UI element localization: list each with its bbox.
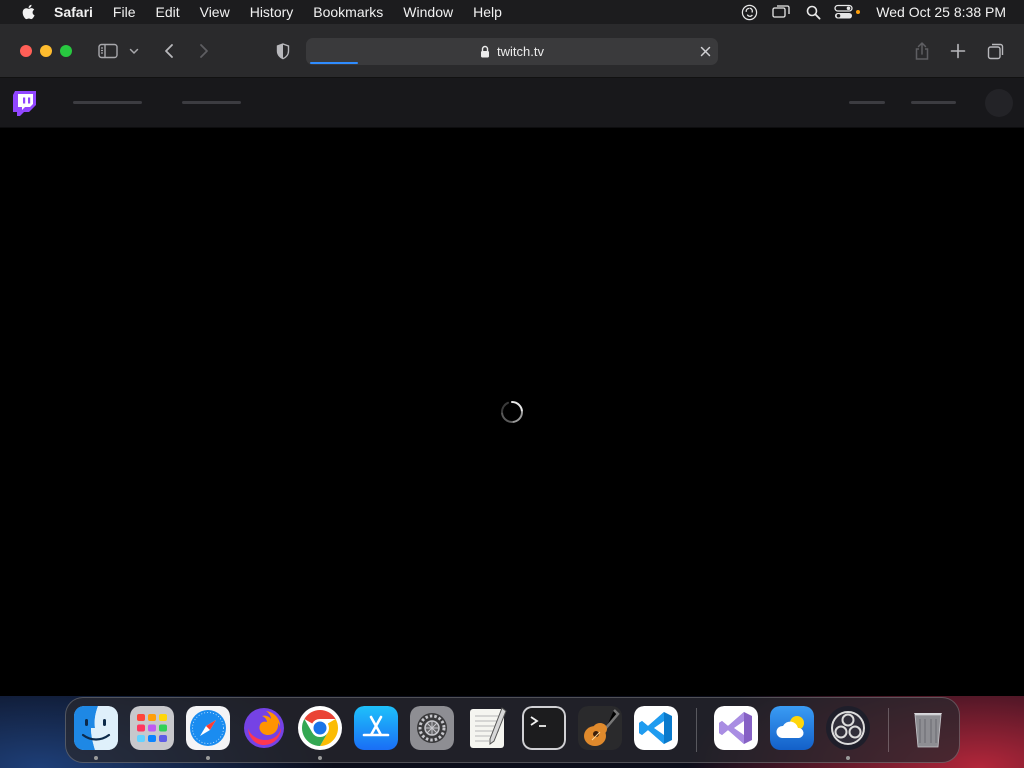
- nav-placeholder-login: [849, 101, 885, 104]
- privacy-shield-icon[interactable]: [271, 39, 295, 63]
- obs-status-icon[interactable]: [738, 0, 760, 24]
- share-icon[interactable]: [910, 39, 934, 63]
- menu-app-name[interactable]: Safari: [54, 4, 93, 20]
- new-tab-icon[interactable]: [946, 39, 970, 63]
- safari-window: twitch.tv: [0, 24, 1024, 696]
- app-store-icon[interactable]: [354, 706, 398, 750]
- dock-separator: [888, 708, 889, 752]
- sidebar-toggle-icon[interactable]: [96, 39, 120, 63]
- dock-separator: [696, 708, 697, 752]
- terminal-icon[interactable]: [522, 706, 566, 750]
- menu-view[interactable]: View: [200, 4, 230, 20]
- nav-placeholder-following: [73, 101, 142, 104]
- address-url: twitch.tv: [497, 44, 544, 59]
- menu-history[interactable]: History: [250, 4, 294, 20]
- tab-overview-icon[interactable]: [984, 39, 1008, 63]
- finder-icon[interactable]: [74, 706, 118, 750]
- twitch-header: [0, 78, 1024, 128]
- stop-loading-icon[interactable]: [698, 44, 712, 58]
- window-close-button[interactable]: [20, 45, 32, 57]
- obs-icon[interactable]: [826, 706, 870, 750]
- menu-edit[interactable]: Edit: [155, 4, 179, 20]
- safari-toolbar: twitch.tv: [0, 24, 1024, 78]
- launchpad-icon[interactable]: [130, 706, 174, 750]
- spotlight-search-icon[interactable]: [802, 0, 824, 24]
- chevron-down-icon[interactable]: [124, 39, 144, 63]
- menu-help[interactable]: Help: [473, 4, 502, 20]
- address-bar[interactable]: twitch.tv: [306, 38, 718, 65]
- window-zoom-button[interactable]: [60, 45, 72, 57]
- lock-icon: [480, 45, 492, 59]
- firefox-icon[interactable]: [242, 706, 286, 750]
- dock: [65, 697, 960, 763]
- page-load-progress: [310, 62, 358, 64]
- obs-running-indicator: [846, 756, 850, 760]
- nav-placeholder-signup: [911, 101, 956, 104]
- window-minimize-button[interactable]: [40, 45, 52, 57]
- textedit-icon[interactable]: [466, 706, 510, 750]
- back-button[interactable]: [157, 39, 181, 63]
- chrome-running-indicator: [318, 756, 322, 760]
- menu-file[interactable]: File: [113, 4, 136, 20]
- avatar-placeholder: [985, 89, 1013, 117]
- garageband-icon[interactable]: [578, 706, 622, 750]
- nav-placeholder-browse: [182, 101, 241, 104]
- trash-icon[interactable]: [906, 706, 950, 750]
- safari-running-indicator: [206, 756, 210, 760]
- system-settings-icon[interactable]: [410, 706, 454, 750]
- twitch-logo-icon[interactable]: [12, 90, 38, 118]
- vscode-icon[interactable]: [634, 706, 678, 750]
- finder-running-indicator: [94, 756, 98, 760]
- chrome-icon[interactable]: [298, 706, 342, 750]
- menu-bar: Safari File Edit View History Bookmarks …: [0, 0, 1024, 24]
- menu-bar-clock[interactable]: Wed Oct 25 8:38 PM: [876, 4, 1006, 20]
- weather-icon[interactable]: [770, 706, 814, 750]
- forward-button[interactable]: [192, 39, 216, 63]
- control-center-icon[interactable]: [834, 0, 862, 24]
- safari-icon[interactable]: [186, 706, 230, 750]
- screen-mirroring-icon[interactable]: [770, 0, 792, 24]
- loading-spinner-icon: [500, 400, 524, 424]
- menu-window[interactable]: Window: [403, 4, 453, 20]
- apple-menu-icon[interactable]: [18, 0, 38, 24]
- menu-bookmarks[interactable]: Bookmarks: [313, 4, 383, 20]
- visual-studio-icon[interactable]: [714, 706, 758, 750]
